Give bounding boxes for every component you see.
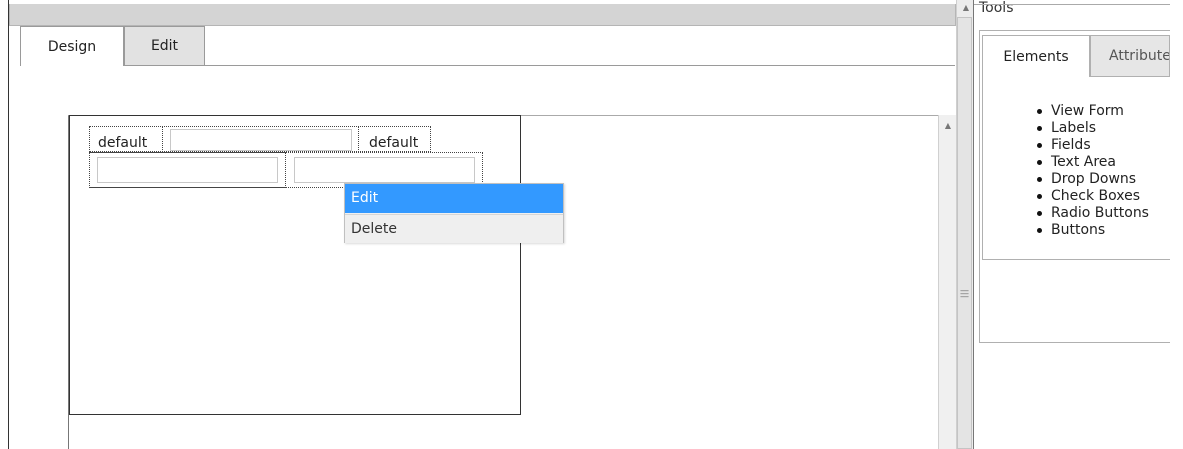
scroll-up-arrow-icon[interactable]: ▲ <box>939 121 957 130</box>
tab-attributes-label: Attributes <box>1109 48 1170 64</box>
tab-design[interactable]: Design <box>20 26 124 66</box>
tab-strip-divider <box>205 65 955 66</box>
designer-header-bar <box>9 4 956 26</box>
page-scroll-up-arrow-icon[interactable]: ▲ <box>957 3 975 12</box>
element-item-drop-downs[interactable]: Drop Downs <box>1033 171 1149 188</box>
tools-panel-title: Tools <box>979 0 1014 16</box>
element-item-check-boxes[interactable]: Check Boxes <box>1033 188 1149 205</box>
tab-design-label: Design <box>47 38 97 55</box>
form-field-row2-right[interactable] <box>294 157 475 183</box>
tab-edit[interactable]: Edit <box>124 26 205 66</box>
tab-attributes[interactable]: Attributes <box>1090 35 1170 77</box>
context-menu-edit[interactable]: Edit <box>345 184 563 213</box>
element-item-radio-buttons[interactable]: Radio Buttons <box>1033 205 1149 222</box>
element-item-view-form[interactable]: View Form <box>1033 103 1149 120</box>
elements-list: View Form Labels Fields Text Area Drop D… <box>1033 103 1149 239</box>
label-default-left[interactable]: default <box>98 135 147 151</box>
canvas-scrollbar[interactable]: ▲ <box>938 115 956 449</box>
scroll-grip-icon: — — — <box>960 286 969 302</box>
element-item-buttons[interactable]: Buttons <box>1033 222 1149 239</box>
context-menu: Edit Delete <box>344 183 564 243</box>
tab-elements[interactable]: Elements <box>982 35 1090 77</box>
element-item-labels[interactable]: Labels <box>1033 120 1149 137</box>
element-item-fields[interactable]: Fields <box>1033 137 1149 154</box>
tools-title-divider <box>974 4 1170 5</box>
tab-edit-label: Edit <box>150 38 179 54</box>
form-field-row1-middle[interactable] <box>170 129 352 151</box>
label-default-right[interactable]: default <box>369 135 418 151</box>
page-scrollbar-thumb[interactable] <box>957 17 972 449</box>
context-menu-delete[interactable]: Delete <box>345 214 563 243</box>
tab-elements-label: Elements <box>1003 48 1069 65</box>
element-item-text-area[interactable]: Text Area <box>1033 154 1149 171</box>
form-field-row2-left[interactable] <box>97 157 278 183</box>
